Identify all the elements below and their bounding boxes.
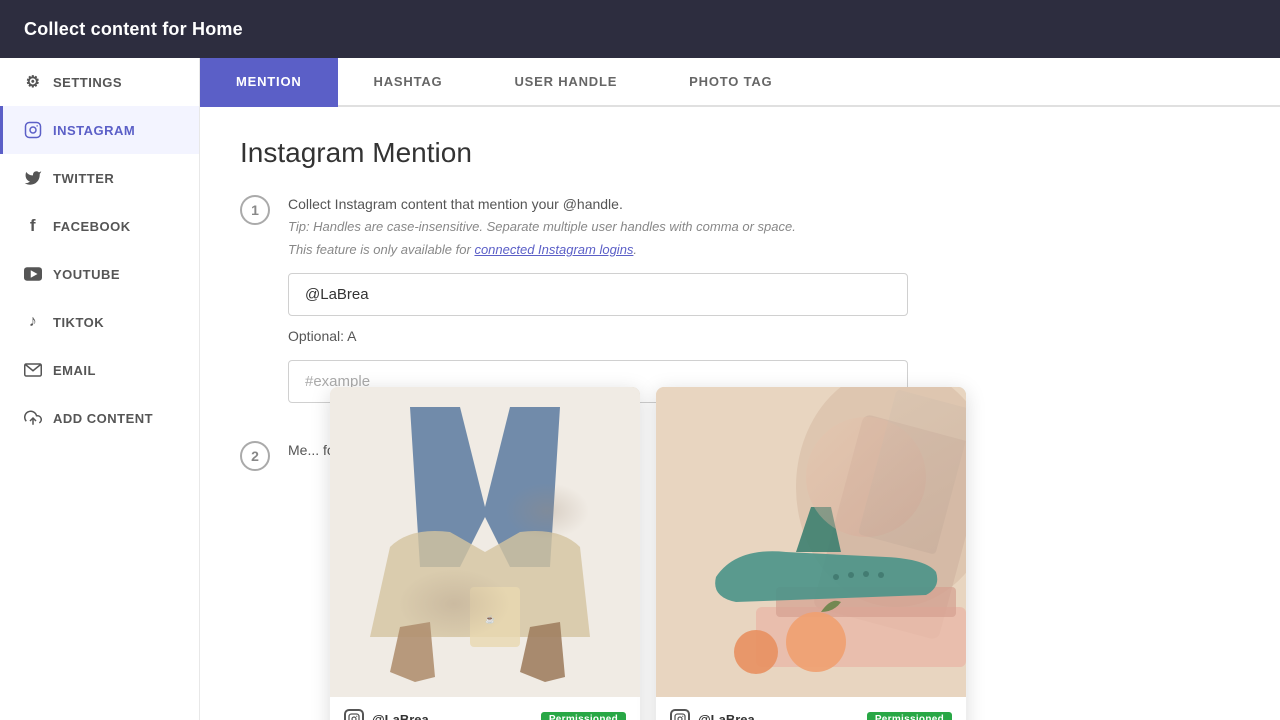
sidebar-item-instagram-label: INSTAGRAM <box>53 123 135 138</box>
sidebar-item-tiktok[interactable]: ♪ TIKTOK <box>0 298 199 346</box>
step-1-line1: Collect Instagram content that mention y… <box>288 196 623 212</box>
sidebar-item-settings[interactable]: ⚙ SETTINGS <box>0 58 199 106</box>
mention-input[interactable] <box>288 273 908 316</box>
card-1-footer: @LaBrea Permissioned Add caption for you… <box>330 697 640 720</box>
sidebar-item-twitter[interactable]: TWITTER <box>0 154 199 202</box>
sidebar-item-add-content-label: ADD CONTENT <box>53 411 153 426</box>
card-2-username: @LaBrea <box>698 712 755 720</box>
header-title: Collect content for Home <box>24 19 243 40</box>
optional-label: Optional: A <box>288 328 1240 344</box>
sidebar-item-settings-label: SETTINGS <box>53 75 122 90</box>
settings-icon: ⚙ <box>23 72 43 92</box>
tab-bar: MENTION HASHTAG USER HANDLE PHOTO TAG <box>200 58 1280 107</box>
card-1-permission-badge: Permissioned <box>541 712 626 720</box>
page-title: Instagram Mention <box>240 137 1240 169</box>
sidebar-item-instagram[interactable]: INSTAGRAM <box>0 106 199 154</box>
connected-logins-link[interactable]: connected Instagram logins <box>474 242 633 257</box>
tab-photo-tag[interactable]: PHOTO TAG <box>653 58 808 107</box>
cards-overlay: ☕ <box>330 387 966 720</box>
step-1: 1 Collect Instagram content that mention… <box>240 193 1240 415</box>
email-icon <box>23 360 43 380</box>
sidebar-item-facebook-label: FACEBOOK <box>53 219 131 234</box>
content-area: MENTION HASHTAG USER HANDLE PHOTO TAG In… <box>200 58 1280 720</box>
youtube-icon <box>23 264 43 284</box>
card-2-instagram-icon <box>670 709 690 720</box>
sidebar-item-youtube[interactable]: YOUTUBE <box>0 250 199 298</box>
tab-mention[interactable]: MENTION <box>200 58 338 107</box>
twitter-icon <box>23 168 43 188</box>
card-1-image: ☕ <box>330 387 640 697</box>
card-1: ☕ <box>330 387 640 720</box>
tiktok-icon: ♪ <box>23 312 43 332</box>
sidebar-item-add-content[interactable]: ADD CONTENT <box>0 394 199 442</box>
sidebar-item-twitter-label: TWITTER <box>53 171 114 186</box>
sidebar-item-tiktok-label: TIKTOK <box>53 315 104 330</box>
sidebar-item-facebook[interactable]: f FACEBOOK <box>0 202 199 250</box>
card-2-image <box>656 387 966 697</box>
card-1-user: @LaBrea <box>344 709 429 720</box>
step-1-note: This feature is only available for conne… <box>288 242 637 257</box>
card-1-user-row: @LaBrea Permissioned <box>344 709 626 720</box>
card-2-illustration <box>656 387 966 697</box>
page-header: Collect content for Home <box>0 0 1280 58</box>
card-2-footer: @LaBrea Permissioned Add caption for you… <box>656 697 966 720</box>
step-1-desc: Collect Instagram content that mention y… <box>288 193 1240 261</box>
sidebar-item-email[interactable]: EMAIL <box>0 346 199 394</box>
main-content: Instagram Mention 1 Collect Instagram co… <box>200 107 1280 720</box>
sidebar-item-youtube-label: YOUTUBE <box>53 267 120 282</box>
card-1-username: @LaBrea <box>372 712 429 720</box>
add-content-icon <box>23 408 43 428</box>
tab-user-handle[interactable]: USER HANDLE <box>478 58 653 107</box>
card-2: @LaBrea Permissioned Add caption for you… <box>656 387 966 720</box>
card-2-user: @LaBrea <box>670 709 755 720</box>
main-layout: ⚙ SETTINGS INSTAGRAM TWITTER f F <box>0 58 1280 720</box>
step-1-number: 1 <box>240 195 270 225</box>
svg-text:☕: ☕ <box>485 614 495 624</box>
step-1-content: Collect Instagram content that mention y… <box>288 193 1240 415</box>
instagram-icon <box>23 120 43 140</box>
card-2-user-row: @LaBrea Permissioned <box>670 709 952 720</box>
step-1-tip: Tip: Handles are case-insensitive. Separ… <box>288 219 796 234</box>
tab-hashtag[interactable]: HASHTAG <box>338 58 479 107</box>
facebook-icon: f <box>23 216 43 236</box>
card-2-permission-badge: Permissioned <box>867 712 952 720</box>
sidebar: ⚙ SETTINGS INSTAGRAM TWITTER f F <box>0 58 200 720</box>
step-2-number: 2 <box>240 441 270 471</box>
sidebar-item-email-label: EMAIL <box>53 363 96 378</box>
card-1-instagram-icon <box>344 709 364 720</box>
card-1-illustration: ☕ <box>330 387 640 697</box>
